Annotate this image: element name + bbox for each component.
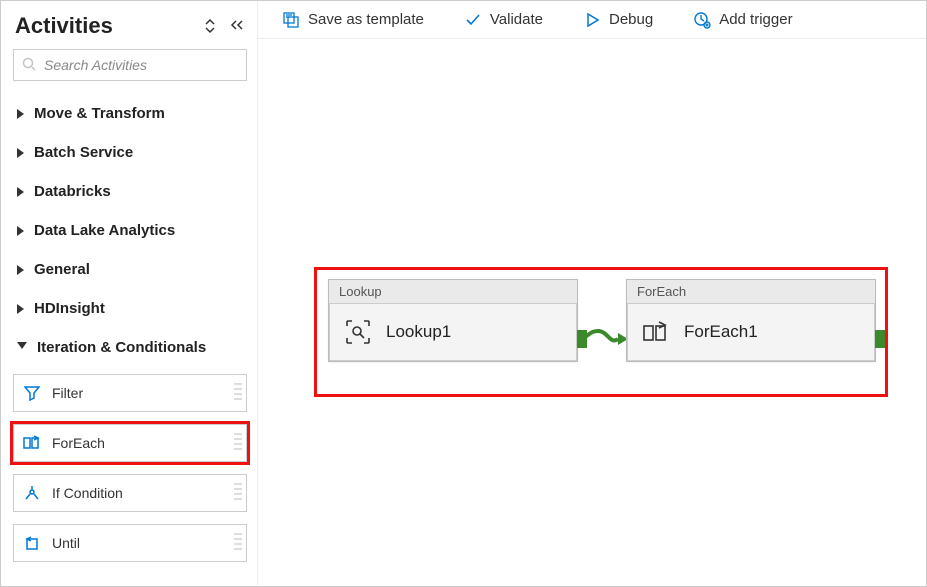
chevron-down-icon: [17, 342, 27, 354]
node-body: Lookup1: [329, 304, 577, 361]
node-type-label: Lookup: [329, 280, 577, 304]
activity-item-if-condition[interactable]: If Condition: [13, 474, 247, 512]
foreach-icon: [642, 318, 670, 346]
category-hdinsight[interactable]: HDInsight: [13, 290, 247, 327]
activity-label: ForEach: [52, 435, 105, 451]
node-type-label: ForEach: [627, 280, 875, 304]
activity-label: Filter: [52, 385, 83, 401]
chevron-right-icon: [17, 226, 24, 236]
activities-header: Activities: [13, 13, 247, 39]
node-foreach[interactable]: ForEach ForEach1: [626, 279, 876, 362]
drag-handle-icon[interactable]: [234, 533, 242, 553]
drag-handle-icon[interactable]: [234, 483, 242, 503]
node-body: ForEach1: [627, 304, 875, 361]
activity-item-until[interactable]: Until: [13, 524, 247, 562]
activities-title: Activities: [15, 13, 113, 39]
chevron-right-icon: [17, 148, 24, 158]
category-iteration-conditionals[interactable]: Iteration & Conditionals: [13, 329, 247, 366]
activities-panel: Activities Move & Transform Batch Servic…: [1, 1, 258, 586]
pipeline-canvas[interactable]: Lookup Lookup1 ForEach: [258, 39, 926, 586]
category-databricks[interactable]: Databricks: [13, 173, 247, 210]
foreach-icon: [22, 433, 42, 453]
category-general[interactable]: General: [13, 251, 247, 288]
chevron-right-icon: [17, 187, 24, 197]
chevron-right-icon: [17, 304, 24, 314]
activity-label: Until: [52, 535, 80, 551]
add-trigger-button[interactable]: Add trigger: [693, 11, 792, 29]
if-condition-icon: [22, 483, 42, 503]
toolbar: Save as template Validate Debug Add trig…: [258, 1, 926, 39]
chevron-right-icon: [17, 265, 24, 275]
expand-all-icon[interactable]: [203, 18, 217, 34]
output-port[interactable]: [875, 330, 885, 348]
activity-label: If Condition: [52, 485, 123, 501]
lookup-icon: [344, 318, 372, 346]
main-area: Save as template Validate Debug Add trig…: [258, 1, 926, 586]
category-list: Move & Transform Batch Service Databrick…: [13, 95, 247, 568]
node-lookup[interactable]: Lookup Lookup1: [328, 279, 578, 362]
save-as-template-button[interactable]: Save as template: [282, 11, 424, 29]
category-batch-service[interactable]: Batch Service: [13, 134, 247, 171]
search-input[interactable]: [44, 57, 238, 73]
chevron-right-icon: [17, 109, 24, 119]
panel-controls: [203, 18, 245, 34]
node-name: ForEach1: [684, 322, 758, 342]
connector-arrow[interactable]: [576, 328, 628, 348]
play-icon: [583, 11, 601, 29]
activity-item-foreach[interactable]: ForEach: [13, 424, 247, 462]
search-activities[interactable]: [13, 49, 247, 81]
collapse-panel-icon[interactable]: [229, 18, 245, 34]
add-trigger-icon: [693, 11, 711, 29]
debug-button[interactable]: Debug: [583, 11, 653, 29]
category-move-transform[interactable]: Move & Transform: [13, 95, 247, 132]
iteration-activities-list: Filter ForEach If Condition: [13, 368, 247, 568]
until-icon: [22, 533, 42, 553]
checkmark-icon: [464, 11, 482, 29]
category-data-lake-analytics[interactable]: Data Lake Analytics: [13, 212, 247, 249]
node-name: Lookup1: [386, 322, 451, 342]
activity-item-filter[interactable]: Filter: [13, 374, 247, 412]
filter-icon: [22, 383, 42, 403]
drag-handle-icon[interactable]: [234, 383, 242, 403]
save-template-icon: [282, 11, 300, 29]
validate-button[interactable]: Validate: [464, 11, 543, 29]
drag-handle-icon[interactable]: [234, 433, 242, 453]
search-icon: [22, 57, 36, 74]
